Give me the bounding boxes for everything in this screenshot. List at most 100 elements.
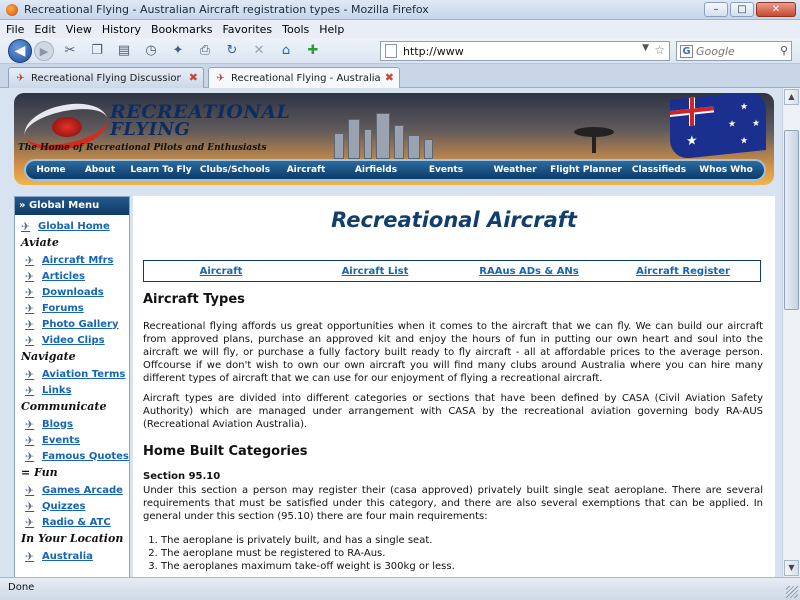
- tools-icon[interactable]: ✂: [59, 41, 81, 61]
- nav-events[interactable]: Events: [412, 165, 480, 175]
- plane-icon: ✈: [25, 253, 35, 267]
- tab-discussion-forum[interactable]: ✈ Recreational Flying Discussion Foru...…: [8, 67, 204, 88]
- home-icon[interactable]: ⌂: [275, 41, 297, 61]
- menu-help[interactable]: Help: [319, 23, 344, 36]
- print-icon[interactable]: ⎙: [194, 41, 216, 61]
- global-menu-sidebar: » Global Menu ✈ Global Home Aviate ✈ Aircr…: [14, 196, 130, 577]
- nav-learn-to-fly[interactable]: Learn To Fly: [124, 165, 198, 175]
- paragraph-categories: Aircraft types are divided into differen…: [143, 393, 763, 430]
- sidebar-link-forums[interactable]: ✈ Forums: [15, 300, 129, 316]
- sidebar-link-quizzes[interactable]: ✈ Quizzes: [15, 498, 129, 514]
- close-tab-icon[interactable]: ✖: [189, 71, 198, 84]
- paste-icon[interactable]: ▤: [113, 41, 135, 61]
- site-tagline: The Home of Recreational Pilots and Enth…: [18, 143, 267, 153]
- forward-button[interactable]: ▶: [34, 40, 54, 61]
- stop-icon[interactable]: ✕: [248, 41, 270, 61]
- tab-aircraft-registration[interactable]: ✈ Recreational Flying - Australian Ai...…: [208, 67, 400, 88]
- sidebar-link-articles[interactable]: ✈ Articles: [15, 268, 129, 284]
- sidebar-link-links[interactable]: ✈ Links: [15, 382, 129, 398]
- nav-whos-who[interactable]: Whos Who: [696, 165, 756, 175]
- page-icon: [385, 44, 397, 58]
- sidebar-link-aircraft-mfrs[interactable]: ✈ Aircraft Mfrs: [15, 252, 129, 268]
- tab-label: Recreational Flying Discussion Foru...: [31, 72, 181, 84]
- sidebar-link-label: Global Home: [38, 220, 110, 232]
- paragraph-intro: Recreational flying affords us great opp…: [143, 321, 763, 384]
- menu-file[interactable]: File: [6, 23, 24, 36]
- sidebar-link-games-arcade[interactable]: ✈ Games Arcade: [15, 482, 129, 498]
- nav-classifieds[interactable]: Classifieds: [622, 165, 696, 175]
- copy-icon[interactable]: ❐: [86, 41, 108, 61]
- plane-icon: ✈: [25, 483, 35, 497]
- scroll-thumb[interactable]: [784, 130, 799, 310]
- sidebar-link-photo-gallery[interactable]: ✈ Photo Gallery: [15, 316, 129, 332]
- sidebar-link-events[interactable]: ✈ Events: [15, 432, 129, 448]
- url-dropdown-icon[interactable]: ▼: [642, 43, 649, 53]
- sidebar-section-navigate: Navigate: [21, 350, 76, 363]
- search-engine-icon[interactable]: G: [680, 44, 693, 58]
- sidebar-link-radio-atc[interactable]: ✈ Radio & ATC: [15, 514, 129, 530]
- window-title: Recreational Flying - Australian Aircraf…: [24, 3, 429, 16]
- sub-nav-raaus-ads-ans[interactable]: RAAus ADs & ANs: [452, 266, 606, 277]
- nav-airfields[interactable]: Airfields: [340, 165, 412, 175]
- plane-icon: ✈: [25, 417, 35, 431]
- plane-icon: ✈: [25, 285, 35, 299]
- resize-grip-icon[interactable]: [786, 586, 798, 598]
- heading-home-built: Home Built Categories: [143, 444, 308, 459]
- status-text: Done: [8, 582, 35, 593]
- sidebar-link-aviation-terms[interactable]: ✈ Aviation Terms: [15, 366, 129, 382]
- sidebar-link-downloads[interactable]: ✈ Downloads: [15, 284, 129, 300]
- sidebar-link-australia[interactable]: ✈ Australia: [15, 548, 129, 564]
- reload-icon[interactable]: ↻: [221, 41, 243, 61]
- search-input[interactable]: [696, 44, 768, 58]
- menu-edit[interactable]: Edit: [34, 23, 55, 36]
- maximize-button[interactable]: □: [730, 2, 754, 17]
- minimize-button[interactable]: –: [704, 2, 728, 17]
- search-box[interactable]: G ⚲: [676, 41, 792, 61]
- nav-aircraft[interactable]: Aircraft: [272, 165, 340, 175]
- nav-about[interactable]: About: [76, 165, 124, 175]
- url-text[interactable]: http://www: [403, 45, 464, 58]
- sub-nav-aircraft[interactable]: Aircraft: [144, 266, 298, 277]
- sidebar-link-label: Games Arcade: [42, 484, 123, 496]
- back-button[interactable]: ◀: [8, 38, 32, 63]
- sidebar-link-famous-quotes[interactable]: ✈ Famous Quotes: [15, 448, 129, 464]
- sidebar-link-label: Video Clips: [42, 334, 105, 346]
- sub-nav-aircraft-list[interactable]: Aircraft List: [298, 266, 452, 277]
- nav-flight-planner[interactable]: Flight Planner: [550, 165, 622, 175]
- nav-home[interactable]: Home: [26, 165, 76, 175]
- sidebar-link-global-home[interactable]: ✈ Global Home: [15, 218, 129, 234]
- heading-section-9510: Section 95.10: [143, 471, 221, 482]
- menu-history[interactable]: History: [102, 23, 141, 36]
- sidebar-link-blogs[interactable]: ✈ Blogs: [15, 416, 129, 432]
- menu-favorites[interactable]: Favorites: [222, 23, 272, 36]
- history-clock-icon[interactable]: ◷: [140, 41, 162, 61]
- site-nav-bar: Home About Learn To Fly Clubs/Schools Ai…: [24, 159, 766, 181]
- search-icon[interactable]: ⚲: [780, 44, 788, 57]
- nav-weather[interactable]: Weather: [480, 165, 550, 175]
- scroll-up-arrow-icon[interactable]: ▲: [784, 89, 799, 105]
- close-tab-icon[interactable]: ✖: [385, 71, 394, 84]
- menu-bar: File Edit View History Bookmarks Favorit…: [0, 20, 800, 38]
- sub-nav-aircraft-register[interactable]: Aircraft Register: [606, 266, 760, 277]
- plane-icon: ✈: [25, 499, 35, 513]
- sidebar-link-video-clips[interactable]: ✈ Video Clips: [15, 332, 129, 348]
- menu-bookmarks[interactable]: Bookmarks: [151, 23, 212, 36]
- close-window-button[interactable]: ✕: [756, 2, 796, 17]
- bookmark-manage-icon[interactable]: ✦: [167, 41, 189, 61]
- vertical-scrollbar[interactable]: ▲ ▼: [782, 88, 800, 577]
- tab-label: Recreational Flying - Australian Ai...: [231, 72, 381, 84]
- list-item: The aeroplane is privately built, and ha…: [161, 534, 761, 547]
- bookmark-star-icon[interactable]: ☆: [654, 43, 665, 57]
- sidebar-link-label: Forums: [42, 302, 84, 314]
- add-bookmark-icon[interactable]: ✚: [302, 41, 324, 61]
- plane-icon: ✈: [25, 367, 35, 381]
- sidebar-section-fun: = Fun: [21, 466, 58, 479]
- requirements-list: The aeroplane is privately built, and ha…: [161, 534, 761, 573]
- menu-tools[interactable]: Tools: [282, 23, 309, 36]
- nav-clubs-schools[interactable]: Clubs/Schools: [198, 165, 272, 175]
- scroll-down-arrow-icon[interactable]: ▼: [784, 560, 799, 576]
- menu-view[interactable]: View: [66, 23, 92, 36]
- status-bar: Done: [0, 577, 800, 600]
- sidebar-header: » Global Menu: [15, 197, 129, 215]
- url-bar[interactable]: http://www ▼ ☆: [380, 41, 670, 61]
